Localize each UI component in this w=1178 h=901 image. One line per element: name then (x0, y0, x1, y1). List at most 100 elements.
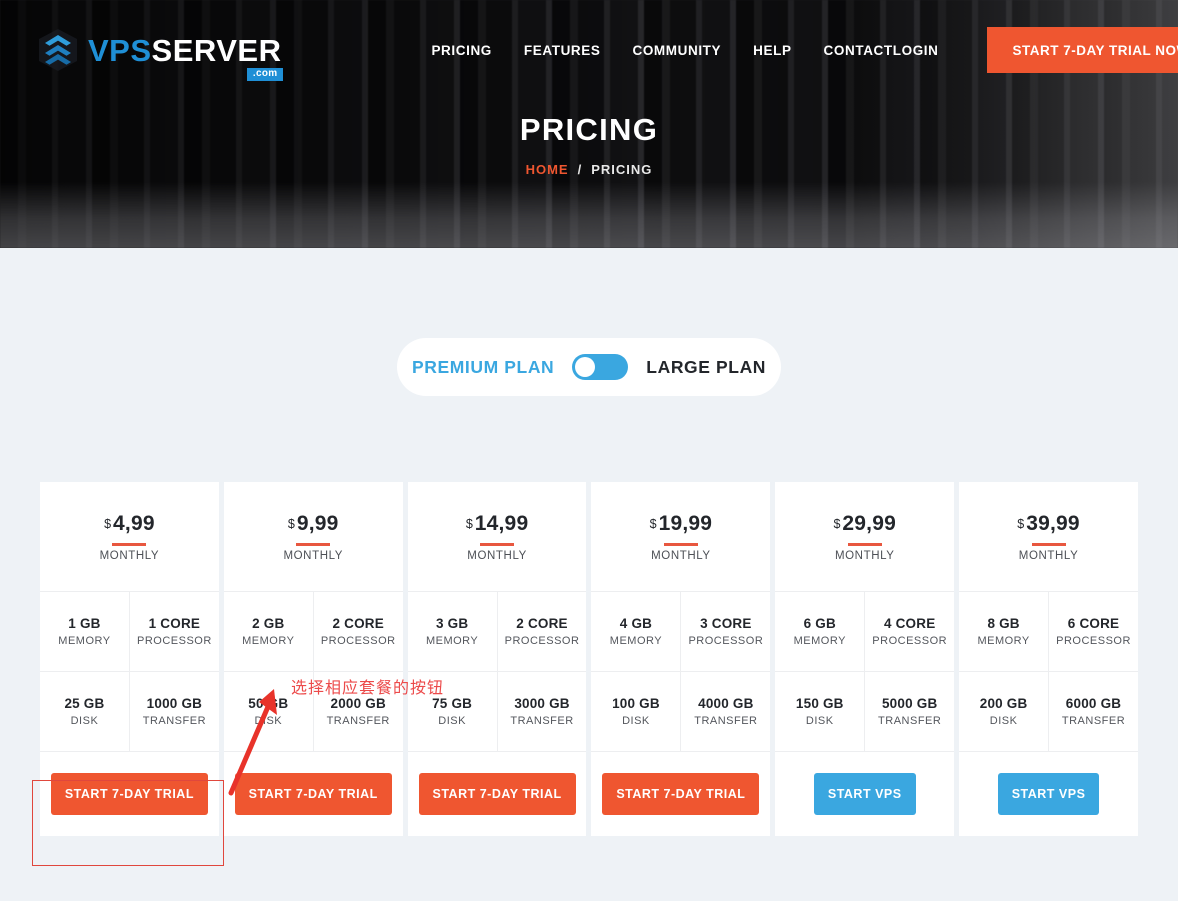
price-currency: $ (104, 516, 112, 531)
breadcrumb-current: PRICING (591, 161, 653, 177)
spec-row-storage: 25 GB DISK 1000 GB TRANSFER (40, 672, 219, 752)
nav-right-group: LOGIN START 7-DAY TRIAL NOW! (893, 27, 1178, 73)
transfer-value: 6000 GB (1065, 696, 1122, 711)
top-navigation-bar: VPSSERVER .com PRICING FEATURES COMMUNIT… (0, 0, 1178, 100)
spec-row-compute: 4 GB MEMORY 3 CORE PROCESSOR (591, 592, 771, 672)
price-currency: $ (1017, 516, 1025, 531)
pricing-card: $14,99 MONTHLY 3 GB MEMORY 2 CORE PROCESSOR 75… (407, 482, 587, 836)
memory-label: MEMORY (425, 635, 479, 647)
spec-disk: 25 GB DISK (40, 672, 129, 751)
processor-value: 2 CORE (516, 616, 568, 631)
price-line: $4,99 (104, 512, 155, 536)
price-currency: $ (649, 516, 657, 531)
price-value: 19,99 (658, 511, 713, 535)
nav-item-features[interactable]: FEATURES (524, 43, 601, 58)
transfer-label: TRANSFER (142, 715, 207, 727)
red-rectangle-highlight (32, 780, 224, 866)
hero-banner: VPSSERVER .com PRICING FEATURES COMMUNIT… (0, 0, 1178, 248)
price-period: MONTHLY (1018, 549, 1079, 562)
toggle-knob (575, 357, 596, 377)
price-currency: $ (287, 516, 295, 531)
pricing-card: $19,99 MONTHLY 4 GB MEMORY 3 CORE PROCESSOR 10… (591, 482, 771, 836)
spec-memory: 4 GB MEMORY (591, 592, 680, 671)
memory-value: 6 GB (803, 616, 836, 631)
disk-value: 75 GB (432, 696, 473, 711)
plan-cta-button[interactable]: START VPS (997, 773, 1100, 815)
spec-row-compute: 8 GB MEMORY 6 CORE PROCESSOR (959, 592, 1138, 672)
spec-row-compute: 3 GB MEMORY 2 CORE PROCESSOR (407, 592, 587, 672)
processor-value: 3 CORE (700, 616, 752, 631)
breadcrumb: HOME / PRICING (526, 162, 653, 177)
nav-item-contact[interactable]: CONTACT (824, 43, 893, 58)
plan-cta-button[interactable]: START 7-DAY TRIAL (602, 773, 760, 815)
price-line: $19,99 (650, 512, 713, 536)
spec-processor: 6 CORE PROCESSOR (1048, 592, 1138, 671)
card-cta-area: START 7-DAY TRIAL (408, 752, 587, 836)
site-logo[interactable]: VPSSERVER .com (38, 28, 284, 81)
start-trial-now-button[interactable]: START 7-DAY TRIAL NOW! (986, 27, 1178, 73)
spec-processor: 3 CORE PROCESSOR (680, 592, 770, 671)
spec-disk: 200 GB DISK (959, 672, 1048, 751)
logo-server-text: SERVER (151, 32, 282, 68)
nav-item-pricing[interactable]: PRICING (431, 43, 491, 58)
memory-value: 1 GB (68, 616, 101, 631)
plan-cta-button[interactable]: START 7-DAY TRIAL (234, 773, 392, 815)
plan-toggle-switch[interactable] (572, 354, 629, 380)
spec-row-compute: 1 GB MEMORY 1 CORE PROCESSOR (40, 592, 219, 672)
plan-toggle-section: PREMIUM PLAN LARGE PLAN (0, 338, 1178, 396)
price-underline (847, 542, 882, 546)
nav-item-community[interactable]: COMMUNITY (632, 43, 721, 58)
processor-label: PROCESSOR (872, 635, 948, 647)
card-price-block: $9,99 MONTHLY (223, 482, 403, 592)
card-price-block: $19,99 MONTHLY (591, 482, 771, 592)
processor-value: 1 CORE (148, 616, 201, 631)
transfer-value: 5000 GB (881, 696, 938, 711)
spec-processor: 4 CORE PROCESSOR (864, 592, 954, 671)
price-currency: $ (833, 516, 841, 531)
memory-value: 4 GB (619, 616, 653, 631)
price-underline (663, 542, 698, 546)
disk-value: 150 GB (795, 696, 844, 711)
breadcrumb-home[interactable]: HOME (526, 162, 569, 177)
memory-label: MEMORY (58, 635, 111, 647)
pricing-card: $29,99 MONTHLY 6 GB MEMORY 4 CORE PROCESSOR 15… (775, 482, 955, 836)
spec-transfer: 3000 GB TRANSFER (496, 672, 587, 751)
price-line: $29,99 (833, 512, 896, 536)
transfer-label: TRANSFER (878, 715, 942, 727)
plan-cta-button[interactable]: START 7-DAY TRIAL (418, 773, 576, 815)
logo-vps-text: VPS (88, 32, 152, 68)
memory-value: 8 GB (987, 616, 1020, 631)
processor-value: 6 CORE (1067, 616, 1120, 631)
transfer-value: 1000 GB (146, 696, 203, 711)
spec-transfer: 6000 GB TRANSFER (1048, 672, 1138, 751)
nav-item-help[interactable]: HELP (753, 43, 791, 58)
price-value: 9,99 (296, 511, 339, 535)
premium-plan-label[interactable]: PREMIUM PLAN (412, 357, 554, 378)
disk-value: 200 GB (979, 696, 1028, 711)
transfer-value: 2000 GB (330, 696, 386, 711)
page-title: PRICING (519, 111, 659, 147)
processor-value: 2 CORE (332, 616, 384, 631)
memory-value: 3 GB (435, 616, 469, 631)
disk-label: DISK (70, 715, 99, 727)
disk-label: DISK (805, 715, 834, 727)
pricing-card: $39,99 MONTHLY 8 GB MEMORY 6 CORE PROCESSOR 20… (959, 482, 1138, 836)
spec-memory: 6 GB MEMORY (775, 592, 864, 671)
price-underline (1031, 542, 1066, 546)
spec-processor: 1 CORE PROCESSOR (128, 592, 219, 671)
logo-wordmark: VPSSERVER .com (88, 32, 284, 81)
spec-transfer: 4000 GB TRANSFER (680, 672, 770, 751)
disk-value: 100 GB (612, 696, 660, 711)
disk-label: DISK (622, 715, 650, 727)
spec-row-storage: 150 GB DISK 5000 GB TRANSFER (775, 672, 955, 752)
spec-processor: 2 CORE PROCESSOR (496, 592, 587, 671)
large-plan-label[interactable]: LARGE PLAN (646, 357, 766, 378)
price-period: MONTHLY (283, 549, 344, 562)
memory-label: MEMORY (609, 635, 663, 647)
plan-cta-button[interactable]: START VPS (813, 773, 916, 815)
processor-value: 4 CORE (883, 616, 936, 631)
card-price-block: $4,99 MONTHLY (40, 482, 219, 592)
spec-row-storage: 200 GB DISK 6000 GB TRANSFER (959, 672, 1138, 752)
disk-value: 25 GB (64, 696, 105, 711)
login-link[interactable]: LOGIN (893, 43, 939, 58)
